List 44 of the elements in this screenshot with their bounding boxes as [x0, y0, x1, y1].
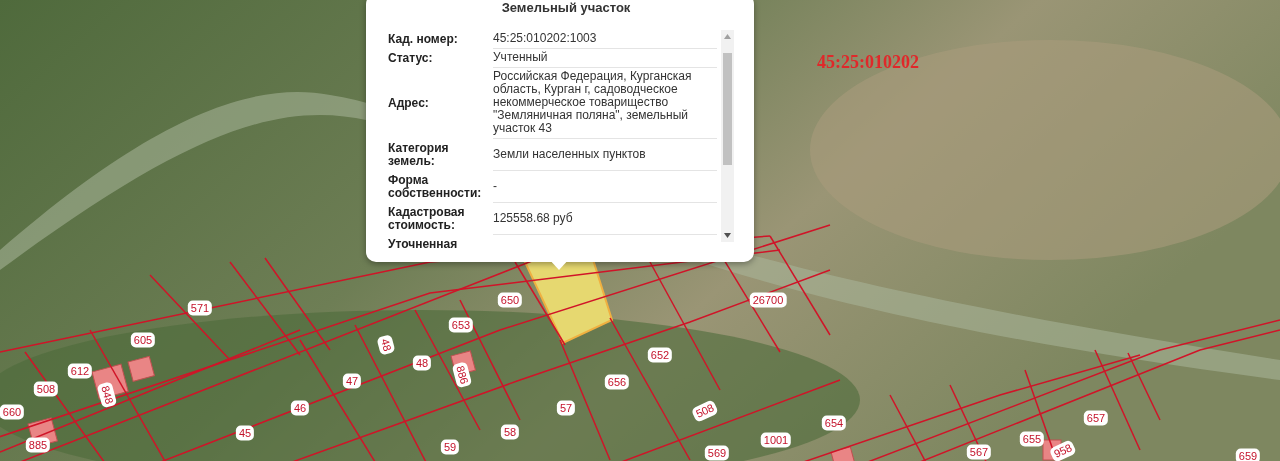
field-value: 125558.68 руб — [493, 203, 717, 235]
parcel-number-label[interactable]: 59 — [440, 439, 460, 455]
parcel-number-label[interactable]: 655 — [1019, 431, 1045, 447]
parcel-number-label[interactable]: 652 — [647, 347, 673, 363]
parcel-number-label[interactable]: 46 — [290, 400, 310, 416]
parcel-number-label[interactable]: 47 — [342, 373, 362, 389]
field-label: Кад. номер: — [388, 31, 459, 48]
parcel-number-label[interactable]: 57 — [556, 400, 576, 416]
scrollbar-thumb[interactable] — [723, 53, 732, 165]
field-label: Форма собственности: — [388, 172, 483, 202]
parcel-number-label[interactable]: 58 — [500, 424, 520, 440]
parcel-number-label[interactable]: 654 — [821, 415, 847, 431]
field-value: Учтенный — [493, 49, 717, 68]
field-value: Земли населенных пунктов — [493, 139, 717, 171]
parcel-number-label[interactable]: 650 — [497, 292, 523, 308]
parcel-number-label[interactable]: 885 — [25, 437, 51, 453]
parcel-number-label[interactable]: 45 — [235, 425, 255, 441]
parcel-number-label[interactable]: 605 — [130, 332, 156, 348]
parcel-number-label[interactable]: 660 — [0, 404, 25, 420]
cadastral-quarter-label: 45:25:010202 — [817, 52, 919, 73]
parcel-number-label[interactable]: 48 — [412, 355, 432, 371]
parcel-number-label[interactable]: 571 — [187, 300, 213, 316]
parcel-number-label[interactable]: 653 — [448, 317, 474, 333]
parcel-number-label[interactable]: 657 — [1083, 410, 1109, 426]
field-label: Уточненная — [388, 236, 459, 252]
field-value: Российская Федерация, Курганская область, Курган г, садоводческое некоммерческое товарищество "Земляничная поляна", земельный участок 43 — [493, 68, 717, 139]
parcel-number-label[interactable]: 569 — [704, 445, 730, 461]
parcel-number-label[interactable]: 612 — [67, 363, 93, 379]
field-value: 45:25:010202:1003 — [493, 30, 717, 49]
field-label: Статус: — [388, 50, 434, 67]
parcel-number-label[interactable]: 656 — [604, 374, 630, 390]
field-label: Категория земель: — [388, 140, 450, 170]
scroll-down-icon[interactable] — [724, 233, 731, 238]
parcel-number-label[interactable]: 26700 — [749, 292, 787, 308]
field-value: - — [493, 171, 717, 203]
field-label: Кадастровая стоимость: — [388, 204, 466, 234]
parcel-number-label[interactable]: 567 — [966, 444, 992, 460]
scrollbar[interactable] — [721, 30, 734, 242]
popup-title: Земельный участок — [500, 0, 632, 17]
parcel-number-label[interactable]: 508 — [33, 381, 59, 397]
scroll-up-icon[interactable] — [724, 34, 731, 39]
parcel-number-label[interactable]: 1001 — [760, 432, 792, 448]
parcel-number-label[interactable]: 659 — [1235, 448, 1261, 461]
field-label: Адрес: — [388, 95, 430, 112]
